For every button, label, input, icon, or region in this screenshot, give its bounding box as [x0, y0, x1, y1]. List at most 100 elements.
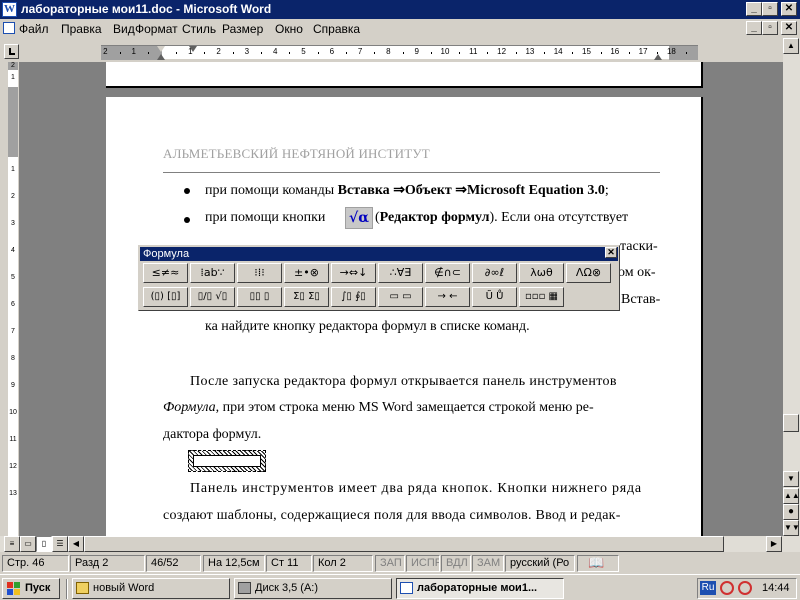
- maximize-button[interactable]: ▫: [762, 2, 778, 16]
- eq-spaces-ellipses-button[interactable]: ⁞ab∵: [190, 263, 235, 283]
- doc-restore-button[interactable]: ▫: [762, 21, 778, 35]
- header-rule: [163, 172, 660, 173]
- status-page[interactable]: Стр. 46: [2, 555, 69, 572]
- normal-view-button[interactable]: ≡: [4, 536, 20, 552]
- obscured-text-1: таски-: [620, 239, 658, 254]
- bullet-1-text: при помощи команды Вставка ⇒Объект ⇒Micr…: [205, 182, 609, 199]
- ruler-tick: [317, 52, 319, 54]
- scroll-up-button[interactable]: ▲: [783, 38, 799, 54]
- menu-help[interactable]: Справка: [313, 22, 360, 36]
- eq-scripts-button[interactable]: ▯▯ ▯: [237, 287, 282, 307]
- status-rec[interactable]: ЗАП: [375, 555, 405, 572]
- equation-toolbar-title[interactable]: Формула: [140, 247, 618, 261]
- horizontal-scrollbar[interactable]: ≡ ▭ ▯ ☰ ◀ ▶: [0, 536, 800, 552]
- language-indicator[interactable]: Ru: [700, 581, 716, 595]
- page-header: АЛЬМЕТЬЕВСКИЙ НЕФТЯНОЙ ИНСТИТУТ: [163, 146, 430, 161]
- ruler-tick: [289, 52, 291, 54]
- menu-view[interactable]: Вид: [113, 22, 135, 36]
- volume-muted-icon[interactable]: [720, 581, 734, 595]
- ruler-number: 2: [103, 47, 108, 56]
- menu-format[interactable]: Формат: [135, 22, 178, 36]
- left-indent-marker[interactable]: [157, 54, 165, 60]
- network-disconnected-icon[interactable]: [738, 581, 752, 595]
- clock[interactable]: 14:44: [762, 581, 790, 595]
- eq-set-theory-button[interactable]: ∉∩⊂: [425, 263, 470, 283]
- menu-style[interactable]: Стиль: [182, 22, 216, 36]
- menu-size[interactable]: Размер: [222, 22, 263, 36]
- word-doc-icon[interactable]: W: [2, 2, 17, 17]
- eq-summations-button[interactable]: Σ▯ Σ▯: [284, 287, 329, 307]
- right-indent-marker[interactable]: [654, 54, 662, 60]
- scroll-down-button[interactable]: ▼: [783, 471, 799, 487]
- first-line-indent-marker[interactable]: [189, 46, 197, 52]
- eq-fences-button[interactable]: (▯) [▯]: [143, 287, 188, 307]
- status-line: Ст 11: [266, 555, 312, 572]
- eq-greek-upper-button[interactable]: ΛΩ⊗: [566, 263, 611, 283]
- previous-page-button[interactable]: ▲▲: [783, 488, 800, 504]
- select-browse-object-button[interactable]: ●: [783, 504, 799, 520]
- horizontal-ruler[interactable]: 2 1 1 2 3 4 5 6 7 8 9 10 11 12 13 14 15 16 17 18: [101, 45, 698, 60]
- equation-toolbar[interactable]: Формула ✕ ≤≠≈ ⁞ab∵ ⁝⁞⁝ ±•⊗ →⇔↓ ∴∀∃ ∉∩⊂ ∂∞ℓ λωθ ΛΩ…: [138, 245, 620, 311]
- equation-toolbar-close-button[interactable]: ✕: [605, 247, 617, 258]
- vertical-ruler-number: 7: [11, 328, 15, 335]
- eq-misc-symbols-button[interactable]: ∂∞ℓ: [472, 263, 517, 283]
- title-bar[interactable]: W лабораторные мои11.doc - Microsoft Wor…: [0, 0, 800, 19]
- eq-matrices-button[interactable]: ▫▫▫ ▦: [519, 287, 564, 307]
- eq-labeled-arrows-button[interactable]: → ←: [425, 287, 470, 307]
- ruler-tick: [430, 52, 432, 54]
- close-button[interactable]: ✕: [781, 2, 797, 16]
- ruler-tick: [176, 52, 178, 54]
- task-word-document[interactable]: лабораторные мои1...: [396, 578, 564, 599]
- eq-relations-button[interactable]: ≤≠≈: [143, 263, 188, 283]
- print-layout-button[interactable]: ▯: [36, 536, 52, 552]
- vertical-ruler-number: 5: [11, 274, 15, 281]
- vertical-ruler-number: 11: [9, 436, 17, 443]
- ruler-tick: [685, 52, 687, 54]
- status-language[interactable]: русский (Ро: [505, 555, 575, 572]
- task-new-word[interactable]: новый Word: [72, 578, 230, 599]
- eq-fractions-radicals-button[interactable]: ▯/▯ √▯: [190, 287, 235, 307]
- status-ovr[interactable]: ЗАМ: [472, 555, 504, 572]
- menu-file[interactable]: Файл: [19, 22, 49, 36]
- vertical-scrollbar[interactable]: ▲ ▼ ▲▲ ● ▼▼: [783, 38, 800, 536]
- eq-bars-button[interactable]: ▭ ▭: [378, 287, 423, 307]
- eq-greek-lower-button[interactable]: λωθ: [519, 263, 564, 283]
- status-trk[interactable]: ИСПР: [406, 555, 440, 572]
- start-label: Пуск: [25, 582, 51, 594]
- scroll-right-button[interactable]: ▶: [766, 536, 782, 552]
- vertical-ruler-number: 10: [9, 409, 17, 416]
- eq-logical-button[interactable]: ∴∀∃: [378, 263, 423, 283]
- first-line-indent-marker[interactable]: [157, 46, 165, 52]
- outline-view-button[interactable]: ☰: [52, 536, 68, 552]
- ruler-tick: [459, 52, 461, 54]
- task-floppy-drive[interactable]: Диск 3,5 (A:): [234, 578, 392, 599]
- doc-close-button[interactable]: ✕: [781, 21, 797, 35]
- start-button[interactable]: Пуск: [2, 578, 60, 599]
- web-layout-button[interactable]: ▭: [20, 536, 36, 552]
- status-ext[interactable]: ВДЛ: [441, 555, 471, 572]
- bullet-1-prefix: при помощи команды: [205, 183, 338, 198]
- ruler-number: 12: [497, 47, 507, 56]
- doc-minimize-button[interactable]: _: [746, 21, 762, 35]
- menu-window[interactable]: Окно: [275, 22, 303, 36]
- menu-edit[interactable]: Правка: [61, 22, 102, 36]
- hscroll-thumb[interactable]: [84, 536, 724, 552]
- next-page-button[interactable]: ▼▼: [783, 520, 800, 536]
- eq-operators-button[interactable]: ±•⊗: [284, 263, 329, 283]
- equation-object-frame[interactable]: [188, 450, 266, 472]
- scroll-left-button[interactable]: ◀: [68, 536, 84, 552]
- vertical-ruler[interactable]: 2 1 1 2 3 4 5 6 7 8 9 10 11 12 13: [4, 62, 19, 536]
- eq-products-button[interactable]: Ũ Ů: [472, 287, 517, 307]
- folder-icon: [76, 582, 89, 594]
- eq-arrows-button[interactable]: →⇔↓: [331, 263, 376, 283]
- ruler-tick: [374, 52, 376, 54]
- status-pages: 46/52: [146, 555, 201, 572]
- doc-icon[interactable]: [3, 22, 15, 34]
- eq-embellishments-button[interactable]: ⁝⁞⁝: [237, 263, 282, 283]
- spelling-status-icon[interactable]: 📖: [577, 555, 619, 572]
- para1-line3: дактора формул.: [163, 427, 262, 442]
- tab-selector[interactable]: [4, 44, 19, 59]
- minimize-button[interactable]: _: [746, 2, 762, 16]
- scroll-thumb[interactable]: [783, 414, 799, 432]
- eq-integrals-button[interactable]: ∫▯ ∮▯: [331, 287, 376, 307]
